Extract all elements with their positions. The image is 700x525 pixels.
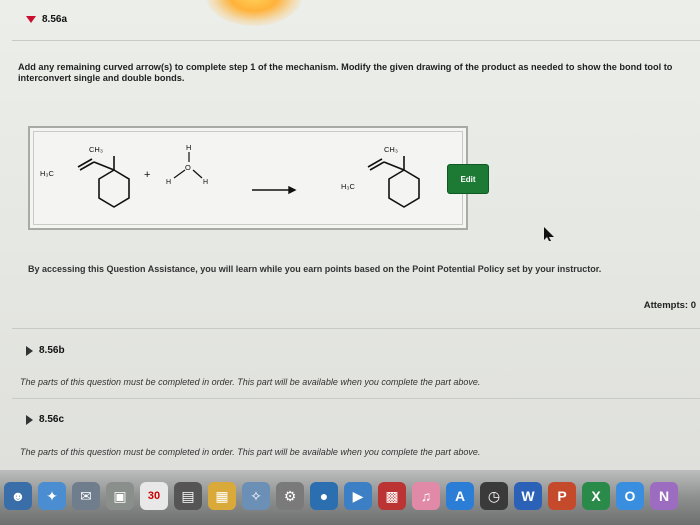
messages-icon[interactable]: ●	[310, 482, 338, 510]
facetime-icon[interactable]: ▶	[344, 482, 372, 510]
edit-button[interactable]: Edit	[448, 165, 488, 193]
word-icon[interactable]: W	[514, 482, 542, 510]
photo-booth-icon[interactable]: ▩	[378, 482, 406, 510]
powerpoint-icon[interactable]: P	[548, 482, 576, 510]
mouse-cursor-icon	[544, 227, 554, 241]
outlook-icon[interactable]: O	[616, 482, 644, 510]
plus-sign: +	[144, 169, 150, 181]
itunes-icon[interactable]: ♫	[412, 482, 440, 510]
question-assistance-text: By accessing this Question Assistance, y…	[28, 264, 602, 274]
reaction-arrow	[252, 185, 297, 195]
app-store-icon[interactable]: A	[446, 482, 474, 510]
divider	[12, 40, 700, 41]
settings-icon[interactable]: ⚙	[276, 482, 304, 510]
mail-icon[interactable]: ✉	[72, 482, 100, 510]
safari-icon[interactable]: ✦	[38, 482, 66, 510]
expand-triangle-icon[interactable]	[26, 414, 33, 425]
excel-icon[interactable]: X	[582, 482, 610, 510]
water-h-left: H	[166, 179, 171, 186]
preview-icon[interactable]: ✧	[242, 482, 270, 510]
drawing-canvas[interactable]: CH₃ H₃C + H O H H CH₃ H₃C	[28, 126, 468, 230]
question-page: 8.56a Add any remaining curved arrow(s) …	[0, 0, 700, 470]
part-c-label: 8.56c	[39, 414, 65, 425]
light-glare	[206, 0, 302, 26]
part-a-label: 8.56a	[42, 14, 68, 25]
question-instructions: Add any remaining curved arrow(s) to com…	[18, 62, 673, 83]
ch3-right-label: CH₃	[384, 145, 398, 154]
attempts-counter: Attempts: 0	[643, 300, 696, 311]
water-h-right: H	[203, 179, 208, 186]
notes-icon[interactable]: ▦	[208, 482, 236, 510]
h3c-left-label: H₃C	[40, 169, 54, 178]
clock-icon[interactable]: ◷	[480, 482, 508, 510]
part-b-header[interactable]: 8.56b	[26, 345, 65, 356]
product-structure	[367, 156, 420, 208]
divider	[12, 328, 700, 329]
terminal-icon[interactable]: ▤	[174, 482, 202, 510]
h3c-right-label: H₃C	[341, 182, 355, 191]
part-a-header[interactable]: 8.56a	[26, 14, 67, 25]
calendar-icon[interactable]: 30	[140, 482, 168, 510]
divider	[12, 398, 700, 399]
dock-icons: ☻ ✦ ✉ ▣ 30 ▤ ▦ ✧ ⚙ ● ▶ ▩ ♫ A ◷ W P X O N	[0, 476, 700, 516]
calendar-day: 30	[147, 490, 161, 502]
finder-icon[interactable]: ☻	[4, 482, 32, 510]
water-oxygen: O	[185, 163, 191, 172]
expand-triangle-icon[interactable]	[26, 345, 33, 356]
collapse-triangle-icon[interactable]	[26, 16, 36, 23]
mechanism-drawing: CH₃ H₃C + H O H H CH₃ H₃C	[40, 143, 420, 208]
reactant-alkene	[77, 156, 130, 208]
ch3-left-label: CH₃	[89, 145, 103, 154]
photos-icon[interactable]: ▣	[106, 482, 134, 510]
onenote-icon[interactable]: N	[650, 482, 678, 510]
part-b-note: The parts of this question must be compl…	[20, 377, 481, 387]
part-b-label: 8.56b	[39, 345, 65, 356]
water-h-top: H	[186, 143, 191, 152]
part-c-header[interactable]: 8.56c	[26, 414, 64, 425]
drawing-area: CH₃ H₃C + H O H H CH₃ H₃C	[33, 131, 463, 225]
part-c-note: The parts of this question must be compl…	[20, 447, 481, 457]
